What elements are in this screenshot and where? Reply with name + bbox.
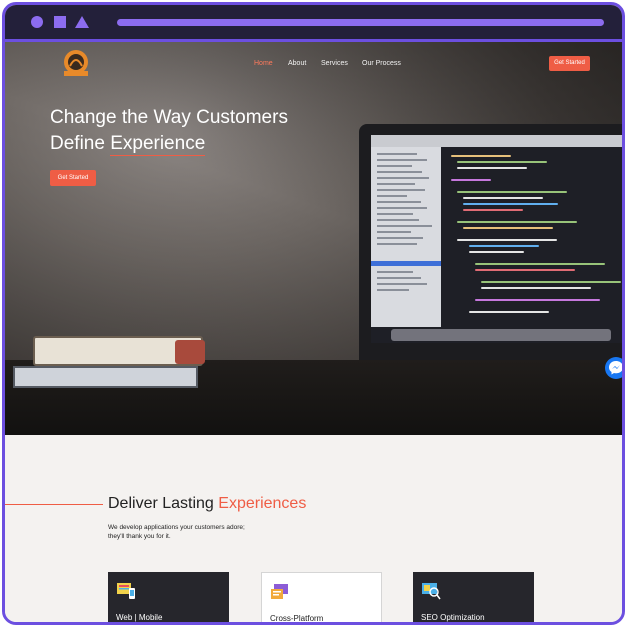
section-title-highlight: Experiences (218, 495, 307, 512)
services-section: Deliver Lasting Experiences We develop a… (5, 435, 622, 623)
triangle-icon (75, 16, 89, 28)
company-logo[interactable] (60, 49, 92, 77)
nav-our-process[interactable]: Our Process (362, 60, 401, 67)
book-bottom (13, 366, 198, 388)
card-seo-optimization[interactable]: SEO Optimization (413, 572, 534, 622)
section-subtitle-line2: they'll thank you for it. (108, 533, 171, 540)
messenger-chat-button[interactable] (605, 357, 622, 379)
hero-section: Home About Services Our Process Get Star… (5, 42, 622, 435)
browser-toolbar (5, 5, 622, 42)
section-subtitle-line1: We develop applications your customers a… (108, 524, 245, 531)
editor-titlebar (371, 135, 622, 147)
browser-frame: Home About Services Our Process Get Star… (2, 2, 625, 625)
hero-title-line1: Change the Way Customers (50, 107, 288, 128)
file-tree (371, 147, 441, 327)
section-divider (5, 504, 103, 505)
cross-platform-icon (271, 584, 288, 599)
hero-title-line2-a: Define (50, 133, 111, 154)
section-title-a: Deliver Lasting (108, 495, 219, 512)
circle-icon (31, 16, 43, 28)
dock (391, 329, 611, 341)
section-title: Deliver Lasting Experiences (108, 495, 306, 513)
laptop-image (359, 124, 622, 364)
address-bar[interactable] (117, 19, 604, 26)
card-label: Web | Mobile (116, 613, 163, 622)
nav-services[interactable]: Services (321, 60, 348, 67)
card-label: SEO Optimization (421, 613, 485, 622)
hero-title-highlight: Experience (110, 133, 206, 156)
book-top (33, 336, 205, 366)
section-subtitle: We develop applications your customers a… (108, 523, 278, 541)
hero-title-line2: Define Experience (50, 131, 350, 157)
hero-title: Change the Way Customers Define Experien… (50, 105, 350, 157)
hero-get-started-button[interactable]: Get Started (50, 170, 96, 186)
square-icon (54, 16, 66, 28)
nav-home[interactable]: Home (254, 60, 273, 67)
seo-icon (422, 583, 441, 600)
laptop-screen (371, 135, 622, 343)
card-label: Cross-Platform (270, 614, 324, 623)
nav-get-started-button[interactable]: Get Started (549, 56, 590, 71)
messenger-icon (609, 361, 622, 375)
nav-about[interactable]: About (288, 60, 306, 67)
card-cross-platform[interactable]: Cross-Platform (261, 572, 382, 623)
card-web-mobile[interactable]: Web | Mobile (108, 572, 229, 622)
web-mobile-icon (117, 583, 135, 599)
